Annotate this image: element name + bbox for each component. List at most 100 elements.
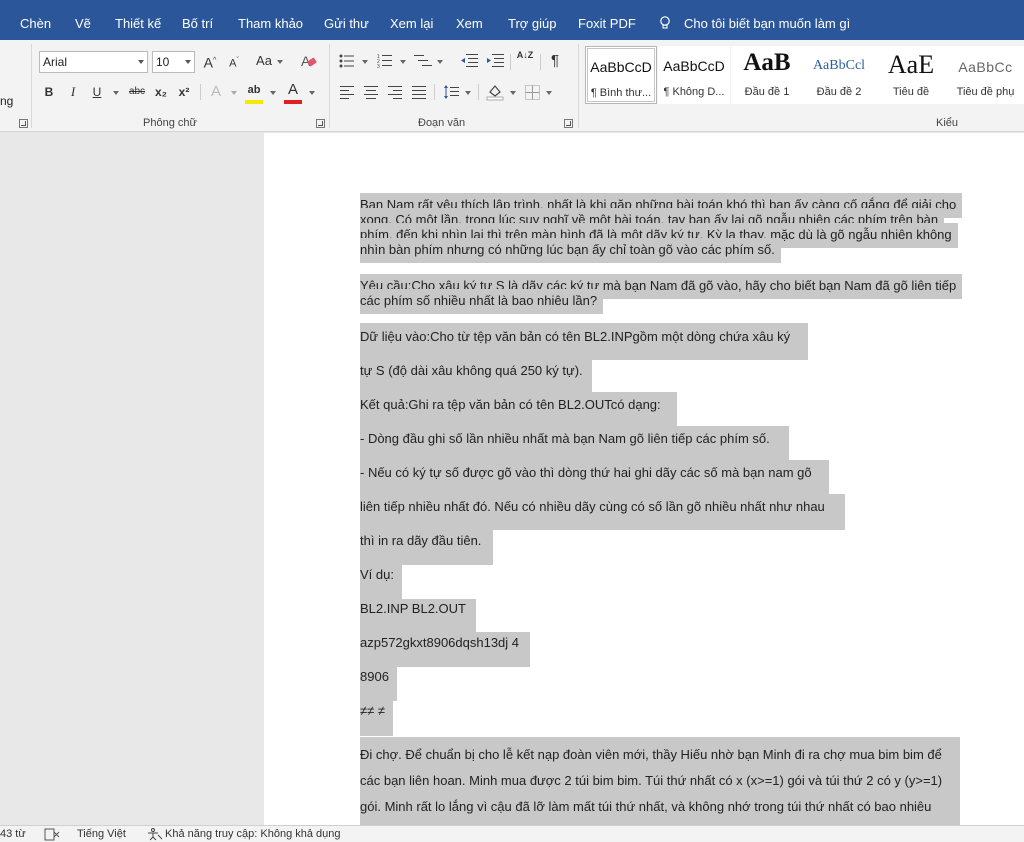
document-page[interactable]: Bạn Nam rất yêu thích lập trình, nhất là…	[264, 133, 1024, 825]
paragraph-text: liên tiếp nhiều nhất đó. Nếu có nhiều dã…	[360, 499, 825, 514]
shading-icon[interactable]	[486, 83, 504, 101]
multilevel-list-icon[interactable]	[414, 53, 432, 68]
tab-design[interactable]: Thiết kế	[115, 0, 161, 40]
strikethrough-button[interactable]: abc	[126, 82, 148, 102]
paragraph-text: tự S (độ dài xâu không quá 250 ký tự).	[360, 363, 583, 378]
change-case-button[interactable]: Aa	[253, 51, 275, 71]
word-count[interactable]: 43 từ	[0, 828, 26, 840]
paragraph-text: Đi chợ. Để chuẩn bị cho lễ kết nạp đoàn …	[360, 747, 942, 762]
paragraph-text: ≠≠ ≠	[360, 703, 386, 718]
align-left-icon[interactable]	[340, 86, 354, 99]
grow-font-button[interactable]: A^	[202, 51, 218, 71]
style-no-spacing[interactable]: AaBbCcD ¶ Không D...	[658, 46, 730, 104]
style-sample: AaB	[743, 49, 791, 76]
sort-button[interactable]: A↓Z	[516, 51, 534, 73]
tab-review[interactable]: Xem lại	[390, 0, 433, 40]
font-dialog-launcher-icon[interactable]	[316, 119, 325, 128]
style-name: Tiêu đề phụ	[956, 86, 1015, 98]
underline-button[interactable]: U	[90, 82, 104, 102]
font-size-combo[interactable]: 10	[152, 51, 195, 73]
text-effects-button[interactable]: A	[208, 82, 224, 102]
font-name-combo[interactable]: Arial	[39, 51, 148, 73]
paragraph: Dữ liệu vào:Cho từ tệp văn bản có tên BL…	[360, 329, 790, 344]
justify-icon[interactable]	[412, 86, 426, 99]
style-title[interactable]: AaE Tiêu đề	[875, 46, 947, 104]
clear-formatting-icon[interactable]: A	[300, 53, 318, 69]
align-right-icon[interactable]	[388, 86, 402, 99]
style-subtitle[interactable]: AaBbCc Tiêu đề phụ	[947, 46, 1024, 104]
paragraph-text: các bạn liên hoan. Minh mua được 2 túi b…	[360, 773, 943, 788]
tell-me-box[interactable]: Cho tôi biết bạn muốn làm gì	[658, 16, 850, 31]
tab-view[interactable]: Xem	[456, 0, 483, 40]
tab-help[interactable]: Trợ giúp	[508, 0, 557, 40]
paragraph-text: azp572gkxt8906dqsh13dj 4	[360, 635, 520, 650]
increase-indent-icon[interactable]	[486, 53, 504, 67]
style-sample: AaBbCcD	[590, 59, 652, 75]
tab-layout[interactable]: Bố trí	[182, 0, 213, 40]
font-group-label: Phông chữ	[143, 117, 197, 129]
chevron-down-icon[interactable]	[231, 91, 237, 95]
borders-icon[interactable]	[525, 85, 540, 100]
paragraph-text: 8906	[360, 669, 389, 684]
strikethrough-label: abc	[128, 86, 146, 97]
paragraph-dialog-launcher-icon[interactable]	[564, 119, 573, 128]
chevron-down-icon[interactable]	[362, 60, 368, 64]
line-spacing-icon[interactable]	[443, 84, 459, 100]
highlight-button[interactable]: ab	[244, 80, 264, 100]
superscript-button[interactable]: x²	[176, 82, 192, 102]
font-name-value: Arial	[43, 55, 68, 69]
language-status[interactable]: Tiếng Việt	[77, 828, 126, 840]
italic-button[interactable]: I	[66, 82, 80, 102]
paragraph-text: Bạn Nam rất yêu thích lập trình, nhất là…	[360, 193, 963, 263]
font-color-button[interactable]: A	[284, 80, 302, 100]
style-name: ¶ Bình thư...	[590, 87, 652, 99]
italic-label: I	[70, 84, 76, 99]
numbering-icon[interactable]: 1 2 3	[377, 53, 393, 68]
paragraph-text: Dữ liệu vào:Cho từ tệp văn bản có tên BL…	[360, 329, 791, 344]
chevron-down-icon[interactable]	[277, 60, 283, 64]
clipboard-launcher-icon[interactable]	[19, 119, 28, 128]
chevron-down-icon[interactable]	[113, 91, 119, 95]
tab-references[interactable]: Tham khảo	[238, 0, 303, 40]
decrease-indent-icon[interactable]	[460, 53, 478, 67]
paragraph: 8906	[360, 669, 389, 684]
shrink-font-button[interactable]: Aˇ	[226, 51, 242, 71]
show-formatting-button[interactable]: ¶	[547, 51, 563, 71]
paragraph: Kết quả:Ghi ra tệp văn bản có tên BL2.OU…	[360, 397, 661, 412]
subscript-label: x₂	[154, 85, 167, 99]
proofing-icon[interactable]	[44, 828, 60, 841]
chevron-down-icon[interactable]	[546, 91, 552, 95]
style-normal[interactable]: AaBbCcD ¶ Bình thư...	[585, 46, 657, 104]
paragraph: Yêu cầu:Cho xâu ký tự S là dãy các ký tự…	[360, 274, 963, 314]
tab-insert[interactable]: Chèn	[20, 0, 51, 40]
style-heading-1[interactable]: AaB Đầu đề 1	[731, 46, 803, 104]
chevron-down-icon[interactable]	[270, 91, 276, 95]
underline-label: U	[92, 85, 102, 99]
divider	[540, 54, 541, 70]
chevron-down-icon[interactable]	[510, 91, 516, 95]
style-heading-2[interactable]: AaBbCcl Đầu đề 2	[803, 46, 875, 104]
chevron-down-icon[interactable]	[465, 91, 471, 95]
tab-draw[interactable]: Vẽ	[75, 0, 91, 40]
chevron-down-icon[interactable]	[309, 91, 315, 95]
chevron-down-icon[interactable]	[185, 60, 191, 64]
bullets-icon[interactable]	[339, 54, 355, 68]
accessibility-icon[interactable]	[146, 828, 164, 841]
chevron-down-icon[interactable]	[437, 60, 443, 64]
align-center-icon[interactable]	[364, 86, 378, 99]
paragraph-text: BL2.INP BL2.OUT	[360, 601, 466, 616]
highlight-label: ab	[247, 84, 261, 96]
style-name: Đầu đề 2	[816, 86, 862, 98]
paragraph: Bạn Nam rất yêu thích lập trình, nhất là…	[360, 193, 963, 263]
paragraph: liên tiếp nhiều nhất đó. Nếu có nhiều dã…	[360, 499, 825, 514]
divider	[434, 84, 435, 100]
bold-button[interactable]: B	[42, 82, 56, 102]
divider	[200, 84, 201, 100]
chevron-down-icon[interactable]	[138, 60, 144, 64]
tab-foxit-pdf[interactable]: Foxit PDF	[578, 0, 636, 40]
accessibility-status[interactable]: Khả năng truy cập: Không khả dụng	[165, 828, 341, 840]
chevron-down-icon[interactable]	[400, 60, 406, 64]
tab-mailings[interactable]: Gửi thư	[324, 0, 369, 40]
style-sample: AaBbCcl	[812, 58, 866, 73]
subscript-button[interactable]: x₂	[153, 82, 169, 102]
